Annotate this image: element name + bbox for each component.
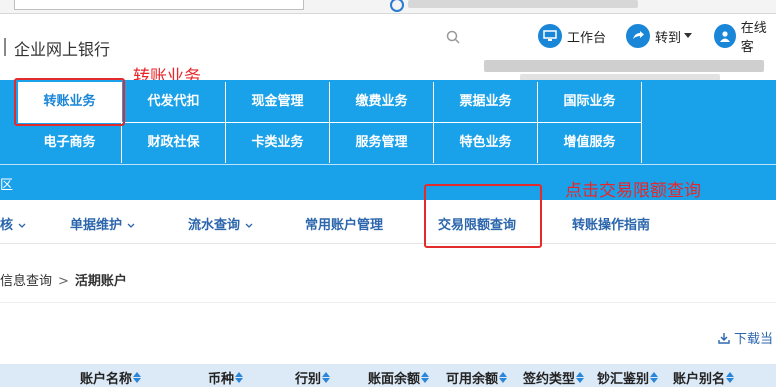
sort-icon[interactable] xyxy=(133,372,142,383)
column-cash-remit[interactable]: 钞汇鉴别 xyxy=(597,368,659,387)
highlight-limit-query-box xyxy=(424,184,542,248)
subnav-item-common-accounts[interactable]: 常用账户管理 xyxy=(305,214,383,233)
nav-item-value-added[interactable]: 增值服务 xyxy=(538,123,642,163)
chevron-down-icon xyxy=(18,223,26,228)
annotation-click-query: 点击交易限额查询 xyxy=(565,181,701,201)
nav-item-service-management[interactable]: 服务管理 xyxy=(330,123,434,163)
subnav-label: 流水查询 xyxy=(188,218,241,233)
nav-item-finance-social[interactable]: 财政社保 xyxy=(122,123,226,163)
search-icon[interactable] xyxy=(446,30,460,44)
sort-icon[interactable] xyxy=(235,372,244,383)
subnav-item-review[interactable]: 核 xyxy=(0,214,26,233)
monitor-icon xyxy=(538,24,562,48)
sort-icon[interactable] xyxy=(650,372,659,383)
column-label: 签约类型 xyxy=(523,372,576,387)
column-label: 可用余额 xyxy=(446,372,499,387)
breadcrumb-separator: > xyxy=(58,274,69,289)
column-label: 账面余额 xyxy=(368,372,421,387)
blurred-tab-text xyxy=(408,0,638,8)
subnav-item-statement[interactable]: 流水查询 xyxy=(188,214,253,233)
sort-icon[interactable] xyxy=(499,372,508,383)
chevron-down-icon xyxy=(127,223,135,228)
column-label: 币种 xyxy=(208,372,235,387)
sort-icon[interactable] xyxy=(421,372,430,383)
breadcrumb: 信息查询 > 活期账户 xyxy=(0,270,127,289)
download-label: 下载当 xyxy=(734,332,774,347)
subnav-label: 单据维护 xyxy=(70,218,123,233)
nav-zone-label[interactable]: 区 xyxy=(0,174,13,193)
subnav-item-guide[interactable]: 转账操作指南 xyxy=(572,214,650,233)
column-book-balance[interactable]: 账面余额 xyxy=(368,368,430,387)
column-label: 账户名称 xyxy=(80,372,133,387)
nav-item-bills[interactable]: 票据业务 xyxy=(434,82,538,122)
column-available-balance[interactable]: 可用余额 xyxy=(446,368,508,387)
nav-item-cash-management[interactable]: 现金管理 xyxy=(226,82,330,122)
sort-icon[interactable] xyxy=(726,372,735,383)
nav-item-cards[interactable]: 卡类业务 xyxy=(226,123,330,163)
workbench-button[interactable]: 工作台 xyxy=(538,22,606,50)
header: 企业网上银行 工作台 转到 在线客 xyxy=(0,14,776,82)
sub-nav: 核 单据维护 流水查询 常用账户管理 交易限额查询 转账操作指南 xyxy=(0,200,776,244)
workbench-label: 工作台 xyxy=(567,30,607,46)
column-account-name[interactable]: 账户名称 xyxy=(80,368,142,387)
breadcrumb-current: 活期账户 xyxy=(74,274,127,289)
online-service-label: 在线客 xyxy=(740,21,767,55)
nav-item-special[interactable]: 特色业务 xyxy=(434,123,538,163)
subnav-label: 核 xyxy=(0,218,14,233)
table-header: 账户名称 币种 行别 账面余额 可用余额 签约类型 钞汇鉴别 账户别名 xyxy=(0,364,776,387)
nav-item-international[interactable]: 国际业务 xyxy=(538,82,642,122)
browser-top-strip xyxy=(0,0,776,14)
nav-row-2: 电子商务 财政社保 卡类业务 服务管理 特色业务 增值服务 xyxy=(18,123,642,163)
brand-divider xyxy=(4,38,6,56)
column-currency[interactable]: 币种 xyxy=(208,368,244,387)
subnav-item-documents[interactable]: 单据维护 xyxy=(70,214,135,233)
download-button[interactable]: 下载当 xyxy=(718,328,773,347)
highlight-transfer-box xyxy=(14,78,125,126)
forward-arrow-icon xyxy=(626,24,650,48)
column-label: 账户别名 xyxy=(673,372,726,387)
blurred-user-info xyxy=(484,60,764,72)
browser-icon xyxy=(390,0,404,12)
address-box xyxy=(14,0,304,10)
sort-icon[interactable] xyxy=(322,372,331,383)
column-contract-type[interactable]: 签约类型 xyxy=(523,368,585,387)
chevron-down-icon xyxy=(245,223,253,228)
sort-icon[interactable] xyxy=(576,372,585,383)
breadcrumb-parent[interactable]: 信息查询 xyxy=(0,274,52,289)
nav-item-payroll[interactable]: 代发代扣 xyxy=(122,82,226,122)
user-icon xyxy=(714,24,736,48)
column-account-alias[interactable]: 账户别名 xyxy=(673,368,735,387)
nav-bottom-line xyxy=(0,164,776,165)
brand-title: 企业网上银行 xyxy=(14,40,111,59)
nav-item-ecommerce[interactable]: 电子商务 xyxy=(18,123,122,163)
chevron-down-icon xyxy=(684,33,693,38)
content-divider xyxy=(0,302,776,303)
goto-button[interactable]: 转到 xyxy=(626,22,693,50)
goto-label: 转到 xyxy=(655,30,682,46)
online-service-button[interactable]: 在线客 xyxy=(714,21,776,55)
column-label: 行别 xyxy=(295,372,322,387)
nav-item-payment[interactable]: 缴费业务 xyxy=(330,82,434,122)
column-label: 钞汇鉴别 xyxy=(597,372,650,387)
download-icon xyxy=(718,332,730,344)
column-bank[interactable]: 行别 xyxy=(295,368,331,387)
